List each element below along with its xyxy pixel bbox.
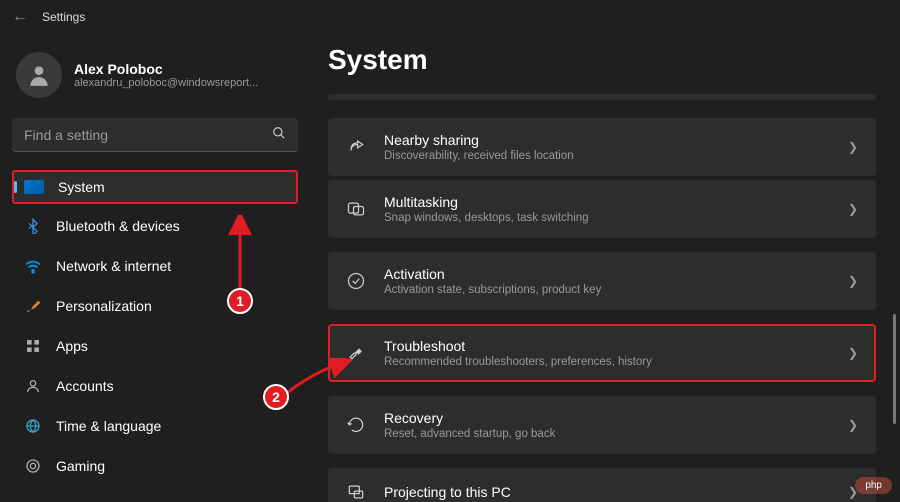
search-input[interactable]: Find a setting bbox=[12, 118, 298, 152]
sidebar-item-label: Gaming bbox=[56, 458, 105, 474]
sidebar-item-system[interactable]: System bbox=[12, 170, 298, 204]
apps-icon bbox=[24, 337, 42, 355]
sidebar-item-apps[interactable]: Apps bbox=[12, 328, 298, 364]
back-icon[interactable]: ← bbox=[12, 8, 28, 26]
sidebar-item-network[interactable]: Network & internet bbox=[12, 248, 298, 284]
sidebar-item-label: Apps bbox=[56, 338, 88, 354]
person-icon bbox=[26, 62, 52, 88]
setting-title: Projecting to this PC bbox=[384, 484, 830, 500]
accounts-icon bbox=[24, 377, 42, 395]
titlebar-label: Settings bbox=[42, 10, 85, 24]
setting-title: Activation bbox=[384, 266, 830, 282]
profile-name: Alex Poloboc bbox=[74, 61, 258, 77]
scrollbar[interactable] bbox=[893, 314, 896, 424]
chevron-right-icon: ❯ bbox=[848, 274, 858, 288]
setting-sub: Activation state, subscriptions, product… bbox=[384, 284, 830, 296]
sidebar-item-label: Personalization bbox=[56, 298, 152, 314]
sidebar-item-label: System bbox=[58, 179, 105, 195]
setting-title: Recovery bbox=[384, 410, 830, 426]
gaming-icon bbox=[24, 457, 42, 475]
setting-projecting[interactable]: Projecting to this PC ❯ bbox=[328, 468, 876, 502]
setting-multitasking[interactable]: Multitasking Snap windows, desktops, tas… bbox=[328, 180, 876, 238]
sidebar-item-label: Bluetooth & devices bbox=[56, 218, 180, 234]
profile-section[interactable]: Alex Poloboc alexandru_poloboc@windowsre… bbox=[12, 44, 298, 114]
setting-troubleshoot[interactable]: Troubleshoot Recommended troubleshooters… bbox=[328, 324, 876, 382]
watermark: php bbox=[855, 477, 892, 494]
setting-recovery[interactable]: Recovery Reset, advanced startup, go bac… bbox=[328, 396, 876, 454]
recovery-icon bbox=[346, 415, 366, 435]
project-icon bbox=[346, 482, 366, 502]
profile-email: alexandru_poloboc@windowsreport... bbox=[74, 77, 258, 89]
chevron-right-icon: ❯ bbox=[848, 346, 858, 360]
divider bbox=[328, 94, 876, 100]
sidebar-item-label: Time & language bbox=[56, 418, 161, 434]
bluetooth-icon bbox=[24, 217, 42, 235]
search-placeholder: Find a setting bbox=[24, 127, 108, 143]
setting-nearby-sharing[interactable]: Nearby sharing Discoverability, received… bbox=[328, 118, 876, 176]
setting-title: Troubleshoot bbox=[384, 338, 830, 354]
sidebar-item-label: Network & internet bbox=[56, 258, 171, 274]
chevron-right-icon: ❯ bbox=[848, 418, 858, 432]
sidebar-item-gaming[interactable]: Gaming bbox=[12, 448, 298, 484]
setting-sub: Discoverability, received files location bbox=[384, 150, 830, 162]
avatar bbox=[16, 52, 62, 98]
setting-sub: Snap windows, desktops, task switching bbox=[384, 212, 830, 224]
sidebar-item-bluetooth[interactable]: Bluetooth & devices bbox=[12, 208, 298, 244]
share-icon bbox=[346, 137, 366, 157]
setting-activation[interactable]: Activation Activation state, subscriptio… bbox=[328, 252, 876, 310]
page-title: System bbox=[328, 44, 876, 76]
setting-sub: Recommended troubleshooters, preferences… bbox=[384, 356, 830, 368]
annotation-badge-2: 2 bbox=[263, 384, 289, 410]
sidebar-item-accounts[interactable]: Accounts bbox=[12, 368, 298, 404]
main-content: System Nearby sharing Discoverability, r… bbox=[310, 34, 900, 502]
annotation-badge-1: 1 bbox=[227, 288, 253, 314]
wrench-icon bbox=[346, 343, 366, 363]
sidebar-item-label: Accounts bbox=[56, 378, 114, 394]
setting-title: Nearby sharing bbox=[384, 132, 830, 148]
chevron-right-icon: ❯ bbox=[848, 202, 858, 216]
display-icon bbox=[24, 180, 44, 194]
search-icon bbox=[272, 126, 286, 143]
chevron-right-icon: ❯ bbox=[848, 140, 858, 154]
sidebar-item-personalization[interactable]: Personalization bbox=[12, 288, 298, 324]
sidebar: Alex Poloboc alexandru_poloboc@windowsre… bbox=[0, 34, 310, 502]
globe-icon bbox=[24, 417, 42, 435]
wifi-icon bbox=[24, 257, 42, 275]
multitask-icon bbox=[346, 199, 366, 219]
setting-title: Multitasking bbox=[384, 194, 830, 210]
sidebar-item-time[interactable]: Time & language bbox=[12, 408, 298, 444]
check-circle-icon bbox=[346, 271, 366, 291]
brush-icon bbox=[24, 297, 42, 315]
titlebar: ← Settings bbox=[0, 0, 900, 34]
setting-sub: Reset, advanced startup, go back bbox=[384, 428, 830, 440]
